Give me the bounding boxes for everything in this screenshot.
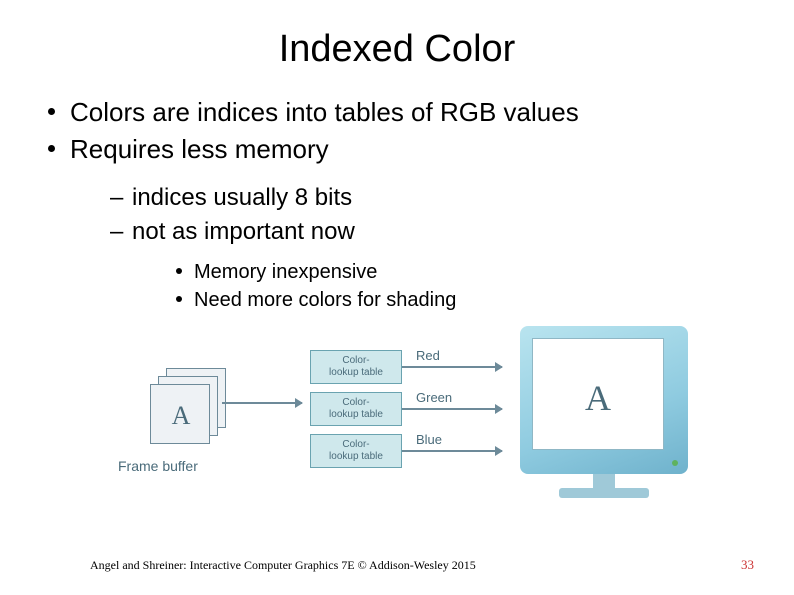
monitor-screen: A — [532, 338, 664, 450]
l1-text: Requires less memory — [70, 134, 329, 164]
clt-label-line2: lookup table — [311, 367, 401, 379]
arrow-icon — [402, 450, 502, 452]
frame-buffer-glyph: A — [151, 401, 211, 431]
arrow-icon — [402, 408, 502, 410]
clt-label-line2: lookup table — [311, 409, 401, 421]
monitor-glyph: A — [533, 377, 663, 419]
arrow-icon — [402, 366, 502, 368]
channel-label-red: Red — [416, 348, 440, 363]
clt-label-line1: Color- — [311, 439, 401, 451]
color-lookup-table-red: Color- lookup table — [310, 350, 402, 384]
l3-item: Need more colors for shading — [176, 286, 764, 314]
l2-item: not as important now Memory inexpensive … — [110, 215, 764, 315]
l1-item: Colors are indices into tables of RGB va… — [48, 95, 764, 130]
color-lookup-table-blue: Color- lookup table — [310, 434, 402, 468]
clt-label-line1: Color- — [311, 355, 401, 367]
l2-item: indices usually 8 bits — [110, 181, 764, 215]
page-number: 33 — [741, 557, 754, 573]
bullet-list-level3: Memory inexpensive Need more colors for … — [132, 258, 764, 314]
frame-buffer-plane: A — [150, 384, 210, 444]
l3-text: Need more colors for shading — [194, 289, 456, 311]
frame-buffer-label: Frame buffer — [118, 458, 198, 474]
monitor-body: A — [520, 326, 688, 474]
bullet-list-level1: Colors are indices into tables of RGB va… — [30, 95, 764, 314]
color-lookup-table-green: Color- lookup table — [310, 392, 402, 426]
l1-text: Colors are indices into tables of RGB va… — [70, 97, 579, 127]
channel-label-green: Green — [416, 390, 452, 405]
frame-buffer-icon: A — [150, 368, 222, 440]
clt-label-line1: Color- — [311, 397, 401, 409]
monitor-neck — [593, 474, 615, 488]
indexed-color-diagram: A Frame buffer Color- lookup table Color… — [90, 330, 730, 530]
monitor-led-icon — [672, 460, 678, 466]
footer-citation: Angel and Shreiner: Interactive Computer… — [90, 558, 476, 573]
l2-text: not as important now — [132, 218, 355, 245]
slide-title: Indexed Color — [30, 28, 764, 71]
l2-text: indices usually 8 bits — [132, 184, 352, 211]
bullet-list-level2: indices usually 8 bits not as important … — [70, 181, 764, 314]
l3-text: Memory inexpensive — [194, 261, 377, 283]
l1-item: Requires less memory indices usually 8 b… — [48, 132, 764, 314]
monitor-icon: A — [520, 326, 688, 498]
l3-item: Memory inexpensive — [176, 258, 764, 286]
slide: Indexed Color Colors are indices into ta… — [0, 0, 794, 595]
arrow-icon — [222, 402, 302, 404]
channel-label-blue: Blue — [416, 432, 442, 447]
clt-label-line2: lookup table — [311, 451, 401, 463]
monitor-base — [559, 488, 649, 498]
